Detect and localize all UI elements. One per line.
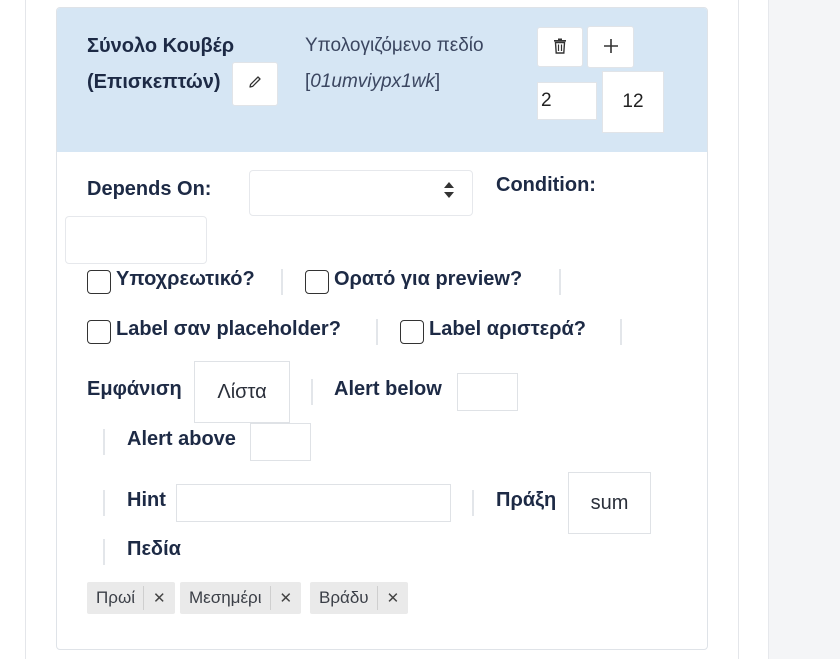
placeholder-checkbox[interactable] xyxy=(87,320,111,344)
fields-label: Πεδία xyxy=(127,538,181,560)
column-input[interactable]: 12 xyxy=(602,71,664,133)
condition-label: Condition: xyxy=(496,174,596,196)
hint-input[interactable] xyxy=(176,484,451,522)
field-type: Υπολογιζόμενο πεδίο [01umviypx1wk] xyxy=(305,28,535,100)
field-type-id: [01umviypx1wk] xyxy=(305,71,441,92)
pencil-icon xyxy=(247,74,263,95)
display-select[interactable]: Λίστα xyxy=(194,361,290,423)
preview-label: Ορατό για preview? xyxy=(334,268,523,290)
required-checkbox[interactable] xyxy=(87,270,111,294)
plus-icon xyxy=(603,34,619,60)
depends-on-label: Depends On: xyxy=(87,178,212,200)
outer-border-line xyxy=(25,0,26,659)
divider xyxy=(559,269,561,295)
times-icon[interactable]: ✕ xyxy=(376,586,409,610)
divider xyxy=(103,429,105,455)
label-left-checkbox[interactable] xyxy=(400,320,424,344)
tag-noon: Μεσημέρι ✕ xyxy=(180,582,302,614)
field-card: Σύνολο Κουβέρ (Επισκεπτών) Υπολογιζόμενο… xyxy=(56,7,708,650)
label-left-label: Label αριστερά? xyxy=(429,318,587,340)
alert-below-input[interactable] xyxy=(457,373,518,411)
content-border-line xyxy=(738,0,739,659)
tag-label: Μεσημέρι xyxy=(189,588,262,607)
alert-below-label: Alert below xyxy=(334,378,442,400)
alert-above-input[interactable] xyxy=(250,423,311,461)
field-type-label: Υπολογιζόμενο πεδίο xyxy=(305,35,484,56)
trash-icon xyxy=(553,34,567,60)
depends-on-select[interactable] xyxy=(249,170,473,216)
divider xyxy=(376,319,378,345)
delete-field-button[interactable] xyxy=(537,27,583,67)
divider xyxy=(103,490,105,516)
times-icon[interactable]: ✕ xyxy=(143,586,175,610)
edit-title-button[interactable] xyxy=(232,62,278,106)
placeholder-label: Label σαν placeholder? xyxy=(116,318,341,340)
hint-label: Hint xyxy=(127,489,166,511)
operation-select[interactable]: sum xyxy=(568,472,651,534)
right-panel xyxy=(768,0,840,659)
divider xyxy=(281,269,283,295)
condition-input[interactable] xyxy=(65,216,207,264)
divider xyxy=(472,490,474,516)
sort-arrows-icon xyxy=(444,182,454,200)
add-field-button[interactable] xyxy=(587,26,634,68)
display-label: Εμφάνιση xyxy=(87,378,182,400)
operation-label: Πράξη xyxy=(496,489,557,511)
tag-label: Βράδυ xyxy=(319,588,369,607)
tag-evening: Βράδυ ✕ xyxy=(310,582,409,614)
required-label: Υποχρεωτικό? xyxy=(116,268,255,290)
preview-checkbox[interactable] xyxy=(305,270,329,294)
times-icon[interactable]: ✕ xyxy=(269,586,302,610)
field-title: Σύνολο Κουβέρ (Επισκεπτών) xyxy=(87,35,235,93)
tag-label: Πρωί xyxy=(96,588,135,607)
divider xyxy=(103,539,105,565)
width-input[interactable]: 2 xyxy=(537,82,597,120)
divider xyxy=(311,379,313,405)
tag-morning: Πρωί ✕ xyxy=(87,582,175,614)
alert-above-label: Alert above xyxy=(127,428,236,450)
divider xyxy=(620,319,622,345)
